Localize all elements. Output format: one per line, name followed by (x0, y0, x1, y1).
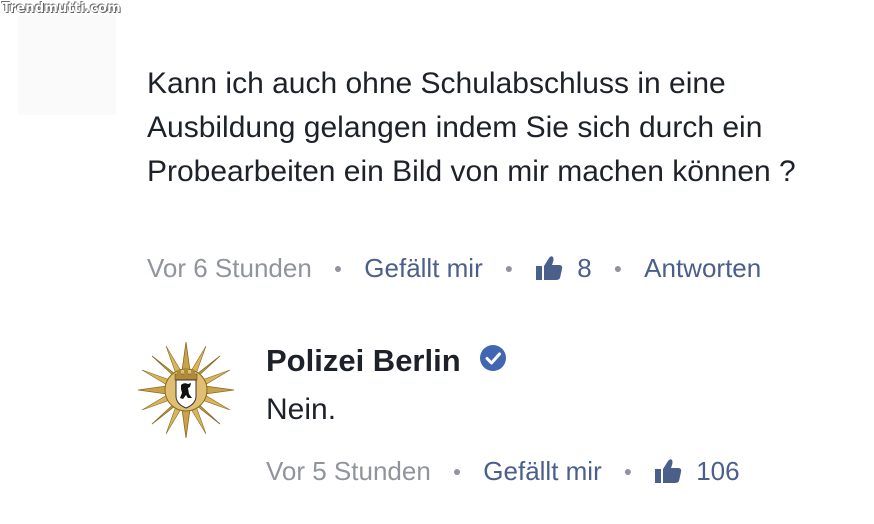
separator-dot: ● (623, 463, 633, 479)
verified-badge-icon (479, 344, 507, 372)
reply-meta-row: Vor 5 Stunden ● Gefällt mir ● 106 (266, 452, 740, 490)
comment-meta-row: Vor 6 Stunden ● Gefällt mir ● 8 ● Antwor… (147, 249, 761, 287)
user-avatar[interactable] (18, 15, 116, 115)
thumbs-up-icon (654, 458, 682, 484)
separator-dot: ● (452, 463, 462, 479)
separator-dot: ● (504, 260, 514, 276)
reply-like-count[interactable]: 106 (696, 456, 739, 487)
separator-dot: ● (333, 260, 343, 276)
watermark: Trendmutti.com (2, 1, 121, 16)
author-name[interactable]: Polizei Berlin (266, 343, 461, 379)
reply-text: Nein. (266, 393, 337, 426)
separator-dot: ● (613, 260, 623, 276)
comment-timestamp[interactable]: Vor 6 Stunden (147, 253, 312, 284)
like-count[interactable]: 8 (577, 253, 591, 284)
comment-text: Kann ich auch ohne Schulabschluss in ein… (147, 67, 796, 188)
like-button[interactable]: Gefällt mir (364, 253, 482, 284)
reply-timestamp[interactable]: Vor 5 Stunden (266, 456, 431, 487)
reply-header: Polizei Berlin (266, 343, 507, 379)
reply-like-button[interactable]: Gefällt mir (483, 456, 601, 487)
thumbs-up-icon (535, 255, 563, 281)
police-star-emblem[interactable] (136, 340, 236, 440)
reply-button[interactable]: Antworten (644, 253, 761, 284)
